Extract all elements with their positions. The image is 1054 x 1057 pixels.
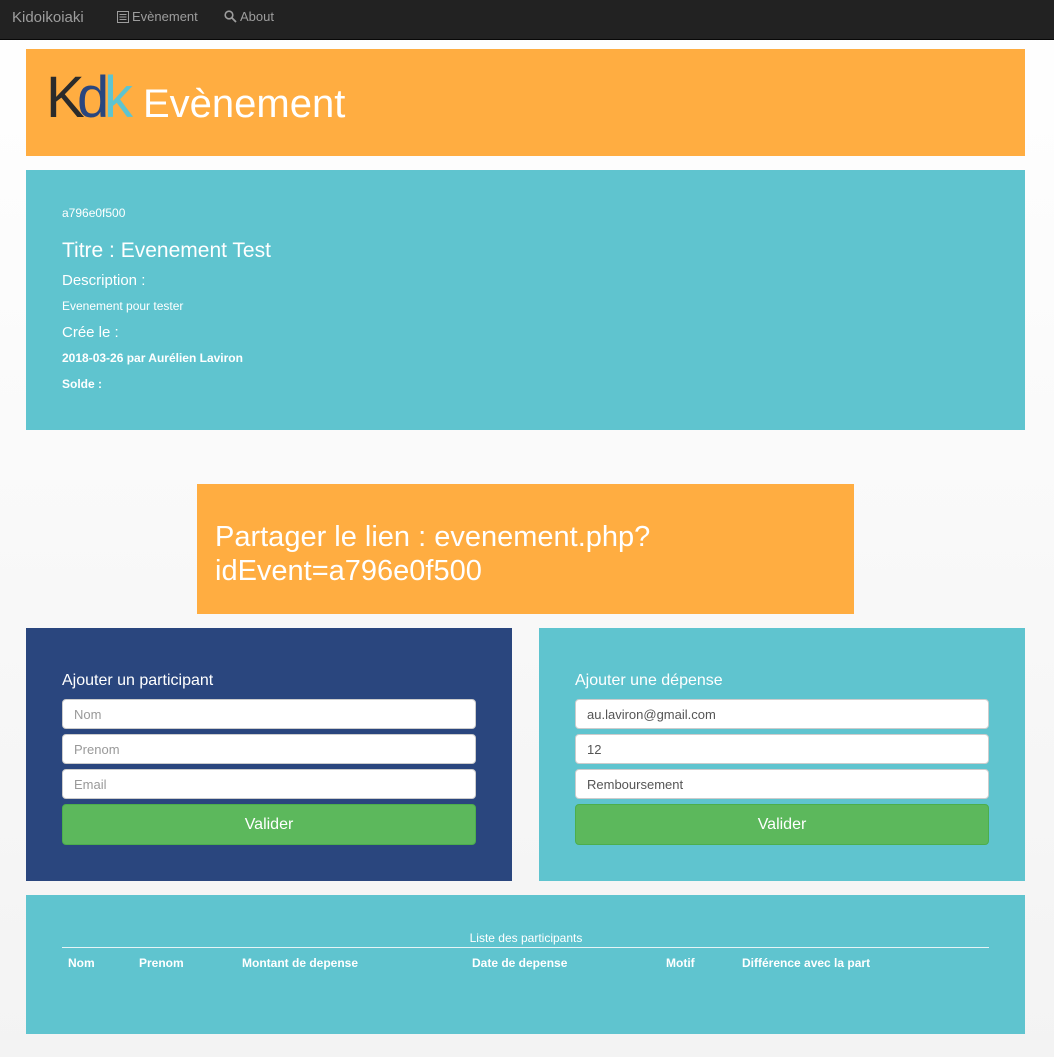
nav-link-about-label: About [240, 9, 274, 24]
svg-text:k: k [104, 65, 134, 127]
created-label: Crée le : [62, 324, 119, 341]
expense-motif-input[interactable] [575, 769, 989, 799]
search-icon [224, 10, 237, 23]
table-caption: Liste des participants [469, 931, 583, 945]
column-header-montant: Montant de depense [242, 956, 359, 970]
description-label: Description : [62, 272, 146, 289]
event-title: Titre : Evenement Test [62, 239, 271, 262]
column-header-difference: Différence avec la part [742, 956, 871, 970]
column-header-motif: Motif [666, 956, 695, 970]
nav-link-evenement-label: Evènement [132, 9, 198, 24]
table-header-divider [62, 947, 989, 948]
participant-email-input[interactable] [62, 769, 476, 799]
add-expense-title: Ajouter une dépense [575, 672, 723, 689]
column-header-date: Date de depense [472, 956, 568, 970]
event-description: Evenement pour tester [62, 299, 184, 313]
nav-link-about[interactable]: About [224, 9, 274, 24]
share-link-text[interactable]: Partager le lien : evenement.php?idEvent… [215, 520, 835, 588]
event-id: a796e0f500 [62, 206, 126, 220]
header-banner: K d k Evènement [26, 49, 1025, 156]
add-expense-submit-button[interactable]: Valider [575, 804, 989, 845]
list-icon [117, 10, 129, 23]
event-info-panel: a796e0f500 Titre : Evenement Test Descri… [26, 170, 1025, 430]
add-participant-submit-button[interactable]: Valider [62, 804, 476, 845]
event-created: 2018-03-26 par Aurélien Laviron [62, 351, 243, 365]
page-title: Evènement [143, 82, 346, 126]
brand-link[interactable]: Kidoikoiaki [12, 9, 84, 26]
top-navbar: Kidoikoiaki Evènement About [0, 0, 1054, 40]
expense-email-input[interactable] [575, 699, 989, 729]
add-participant-title: Ajouter un participant [62, 672, 214, 689]
column-header-prenom: Prenom [139, 956, 184, 970]
column-header-nom: Nom [68, 956, 95, 970]
participant-prenom-input[interactable] [62, 734, 476, 764]
share-link-panel: Partager le lien : evenement.php?idEvent… [197, 484, 854, 614]
add-participant-panel: Ajouter un participant Valider [26, 628, 512, 881]
add-expense-panel: Ajouter une dépense Valider [539, 628, 1025, 881]
expense-amount-input[interactable] [575, 734, 989, 764]
svg-text:d: d [77, 65, 106, 127]
nav-link-evenement[interactable]: Evènement [117, 9, 198, 24]
participant-nom-input[interactable] [62, 699, 476, 729]
participants-table-panel: Liste des participants Nom Prenom Montan… [26, 895, 1025, 1034]
kdk-logo: K d k [46, 65, 134, 127]
solde-label: Solde : [62, 377, 103, 391]
